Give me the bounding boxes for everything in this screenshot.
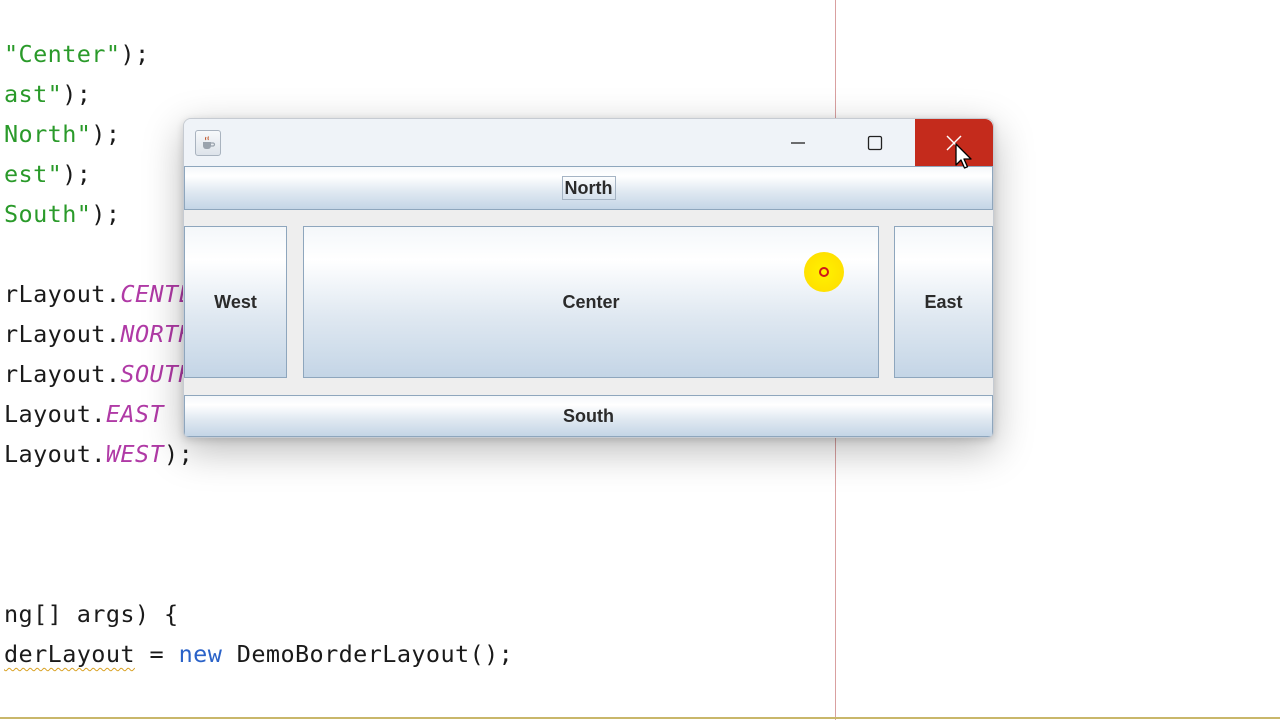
code-line: Layout.WEST);	[4, 438, 193, 470]
code-line: rLayout.NORTH	[4, 318, 193, 350]
center-button-label: Center	[562, 291, 620, 312]
north-button[interactable]: North	[184, 166, 993, 210]
code-line: North");	[4, 118, 120, 150]
east-button[interactable]: East	[894, 226, 993, 378]
code-token: );	[62, 160, 92, 188]
code-line: ng[] args) {	[4, 598, 179, 630]
code-token: =	[134, 640, 179, 668]
close-button[interactable]	[915, 119, 993, 166]
south-button-label: South	[563, 405, 614, 426]
code-line: South");	[4, 198, 120, 230]
code-line: ast");	[4, 78, 91, 110]
code-token: ast"	[4, 80, 63, 108]
west-button[interactable]: West	[184, 226, 287, 378]
code-line: "Center");	[4, 38, 150, 70]
code-token: );	[91, 200, 121, 228]
java-cup-icon[interactable]	[195, 130, 221, 156]
code-token: est"	[4, 160, 63, 188]
west-button-label: West	[214, 291, 257, 312]
code-token: new	[178, 640, 223, 668]
code-line: derLayout = new DemoBorderLayout();	[4, 638, 513, 670]
code-line: est");	[4, 158, 91, 190]
click-indicator-icon	[819, 267, 829, 277]
code-token: EAST	[105, 400, 165, 428]
code-token: North"	[4, 120, 92, 148]
java-frame-window[interactable]: North West Center East South	[183, 118, 994, 438]
code-token: WEST	[105, 440, 165, 468]
code-line: rLayout.SOUTH	[4, 358, 193, 390]
code-token: South"	[4, 200, 92, 228]
minimize-icon	[790, 141, 805, 144]
title-bar[interactable]	[184, 119, 993, 166]
north-button-label: North	[561, 176, 616, 200]
code-token: );	[164, 440, 194, 468]
code-token: Layout.	[4, 400, 106, 428]
south-button[interactable]: South	[184, 395, 993, 437]
mouse-pointer-icon	[955, 143, 972, 169]
code-token: );	[120, 40, 150, 68]
editor-bottom-border	[0, 717, 1280, 719]
code-token: DemoBorderLayout();	[222, 640, 514, 668]
code-token: );	[91, 120, 121, 148]
code-line: rLayout.CENTER	[4, 278, 208, 310]
code-token: rLayout.	[4, 320, 121, 348]
code-token: Layout.	[4, 440, 106, 468]
code-line: Layout.EAST	[4, 398, 164, 430]
minimize-button[interactable]	[759, 119, 836, 166]
code-token: );	[62, 80, 92, 108]
code-token: rLayout.	[4, 280, 121, 308]
code-token: ng[] args) {	[4, 600, 179, 628]
code-token: derLayout	[4, 640, 135, 668]
center-button[interactable]: Center	[303, 226, 879, 378]
east-button-label: East	[924, 291, 963, 312]
maximize-icon	[867, 135, 882, 150]
code-token: "Center"	[4, 40, 121, 68]
maximize-button[interactable]	[836, 119, 913, 166]
code-token: rLayout.	[4, 360, 121, 388]
